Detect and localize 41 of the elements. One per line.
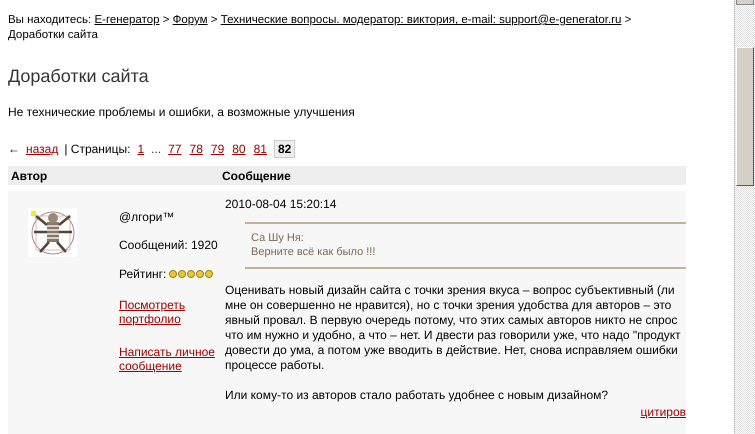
breadcrumb-separator: >: [624, 14, 632, 26]
page-link[interactable]: 81: [252, 142, 268, 156]
profile-link[interactable]: Посмотреть портфолио: [119, 298, 219, 326]
breadcrumb-link[interactable]: E-генератор: [94, 14, 160, 26]
message-text-line: Или кому-то из авторов стало работать удобнее с новым дизайном?: [225, 388, 610, 403]
message-text-line: явный провал. В первую очередь потому, что этих самых авторов никто не спрос: [225, 313, 678, 328]
rating-label: Рейтинг:: [119, 267, 166, 281]
page-link[interactable]: 79: [210, 142, 226, 156]
message-text-line: довести до ума, а потом уже вводить в действие. Нет, снова исправляем ошибки: [225, 343, 679, 358]
scrollbar[interactable]: [734, 0, 755, 434]
column-header: Сообщение: [222, 168, 291, 182]
breadcrumb-link[interactable]: Технические вопросы. модератор: виктория, e-mail: support@e-generator.ru: [220, 14, 622, 26]
page-link[interactable]: 78: [188, 142, 204, 156]
quote-link[interactable]: цитиров: [640, 405, 686, 419]
breadcrumb-link[interactable]: Форум: [172, 14, 208, 26]
message-text-line: что им нужно и удобно, а что – нет. И двести раз говорили уже, что надо "продукт: [225, 328, 682, 343]
back-arrow: ←: [8, 142, 20, 156]
pages-label: | Страницы:: [64, 142, 130, 156]
message-text-line: Оценивать новый дизайн сайта с точки зрения вкуса – вопрос субъективный (ли: [225, 283, 676, 298]
quote-author: Са Шу Ня:: [251, 231, 305, 245]
page-link[interactable]: 77: [167, 142, 183, 156]
profile-link[interactable]: Написать личное сообщение: [119, 345, 219, 373]
breadcrumb-separator: >: [162, 14, 170, 26]
post-date: 2010-08-04 15:20:14: [225, 197, 338, 212]
page-ellipsis: ...: [151, 142, 162, 156]
scrollbar-thumb[interactable]: [736, 47, 754, 186]
column-header: Автор: [10, 168, 48, 182]
breadcrumb-label: Вы находитесь:: [8, 14, 92, 26]
message-text-line: процессе работы.: [225, 358, 326, 373]
page-link[interactable]: 80: [231, 142, 247, 156]
page-link[interactable]: 1: [136, 142, 146, 156]
back-link[interactable]: назад: [26, 142, 58, 156]
post-count: Сообщений: 1920: [119, 238, 218, 252]
page-link[interactable]: 82: [274, 140, 296, 158]
quote-text: Верните всё как было !!!: [251, 245, 376, 259]
message-text-line: мне он совершенно не нравится), но с точки зрения удобства для авторов – это: [225, 298, 672, 313]
breadcrumb-separator: >: [210, 14, 218, 26]
breadcrumb-current: Доработки сайта: [8, 29, 98, 41]
forum-description: Не технические проблемы и ошибки, а возможные улучшения: [8, 105, 356, 120]
author-name: @лгори™: [119, 210, 174, 224]
page-title: Доработки сайта: [8, 65, 150, 87]
